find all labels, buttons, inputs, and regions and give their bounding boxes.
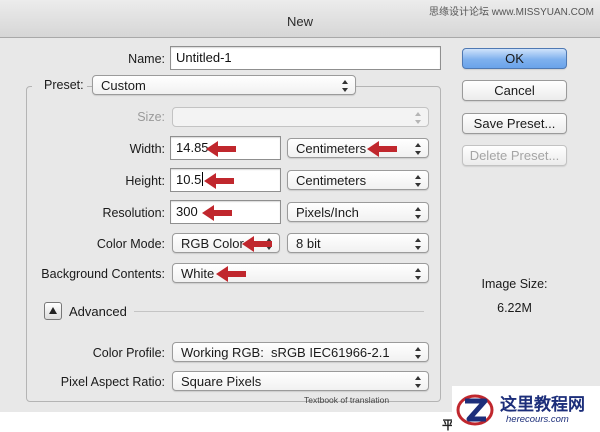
updown-arrows-icon bbox=[342, 80, 348, 92]
bit-depth-select[interactable]: 8 bit bbox=[287, 233, 429, 253]
updown-arrows-icon bbox=[415, 238, 421, 250]
resolution-unit-select[interactable]: Pixels/Inch bbox=[287, 202, 429, 222]
size-select[interactable] bbox=[172, 107, 429, 127]
pixel-aspect-ratio-value: Square Pixels bbox=[181, 374, 262, 389]
top-watermark: 思缘设计论坛 www.MISSYUAN.COM bbox=[428, 7, 594, 18]
red-arrow-icon bbox=[367, 141, 397, 157]
red-arrow-icon bbox=[206, 141, 236, 157]
image-size-label: Image Size: bbox=[481, 277, 548, 291]
height-unit-value: Centimeters bbox=[296, 173, 367, 188]
ok-button[interactable]: OK bbox=[462, 48, 567, 69]
bit-depth-value: 8 bit bbox=[296, 236, 321, 251]
save-preset-button[interactable]: Save Preset... bbox=[462, 113, 567, 134]
red-arrow-icon bbox=[202, 205, 232, 221]
height-unit-select[interactable]: Centimeters bbox=[287, 170, 429, 190]
color-profile-label: Color Profile: bbox=[92, 346, 165, 360]
name-input[interactable]: Untitled-1 bbox=[170, 46, 441, 70]
advanced-separator bbox=[134, 311, 424, 312]
width-unit-select[interactable]: Centimeters bbox=[287, 138, 429, 158]
translation-caption: Textbook of translation bbox=[304, 395, 390, 405]
height-label: Height: bbox=[125, 174, 165, 188]
pixel-aspect-ratio-label: Pixel Aspect Ratio: bbox=[60, 375, 165, 389]
red-arrow-icon bbox=[204, 173, 234, 189]
height-value: 10.5 bbox=[176, 172, 202, 187]
red-arrow-icon bbox=[216, 266, 246, 282]
preset-select[interactable]: Custom bbox=[92, 75, 356, 95]
resolution-unit-value: Pixels/Inch bbox=[296, 205, 359, 220]
pixel-aspect-ratio-select[interactable]: Square Pixels bbox=[172, 371, 429, 391]
watermark-logo-icon bbox=[456, 394, 494, 426]
delete-preset-button[interactable]: Delete Preset... bbox=[462, 145, 567, 166]
advanced-label: Advanced bbox=[69, 304, 127, 319]
watermark-logo-url: herecours.com bbox=[506, 414, 569, 425]
updown-arrows-icon bbox=[415, 207, 421, 219]
background-contents-label: Background Contents: bbox=[41, 267, 165, 281]
color-profile-select[interactable]: Working RGB: sRGB IEC61966-2.1 bbox=[172, 342, 429, 362]
width-label: Width: bbox=[129, 142, 165, 156]
color-mode-label: Color Mode: bbox=[96, 237, 165, 251]
watermark-logo-title: 这里教程网 bbox=[500, 395, 585, 415]
preset-value: Custom bbox=[101, 78, 146, 93]
width-unit-value: Centimeters bbox=[296, 141, 367, 156]
color-profile-value: Working RGB: sRGB IEC61966-2.1 bbox=[181, 345, 390, 360]
updown-arrows-icon bbox=[415, 347, 421, 359]
advanced-disclosure-button[interactable] bbox=[44, 302, 62, 320]
resolution-label: Resolution: bbox=[102, 206, 165, 220]
updown-arrows-icon bbox=[415, 175, 421, 187]
updown-arrows-icon bbox=[415, 112, 421, 124]
updown-arrows-icon bbox=[415, 143, 421, 155]
background-contents-value: White bbox=[181, 266, 215, 281]
color-mode-value: RGB Color bbox=[181, 236, 244, 251]
preset-label: Preset: bbox=[32, 77, 87, 93]
image-size-value: 6.22M bbox=[497, 301, 532, 315]
background-contents-select[interactable]: White bbox=[172, 263, 429, 283]
size-label: Size: bbox=[137, 110, 165, 124]
red-arrow-icon bbox=[242, 236, 272, 252]
cancel-button[interactable]: Cancel bbox=[462, 80, 567, 101]
name-label: Name: bbox=[128, 52, 165, 66]
updown-arrows-icon bbox=[415, 376, 421, 388]
updown-arrows-icon bbox=[415, 268, 421, 280]
